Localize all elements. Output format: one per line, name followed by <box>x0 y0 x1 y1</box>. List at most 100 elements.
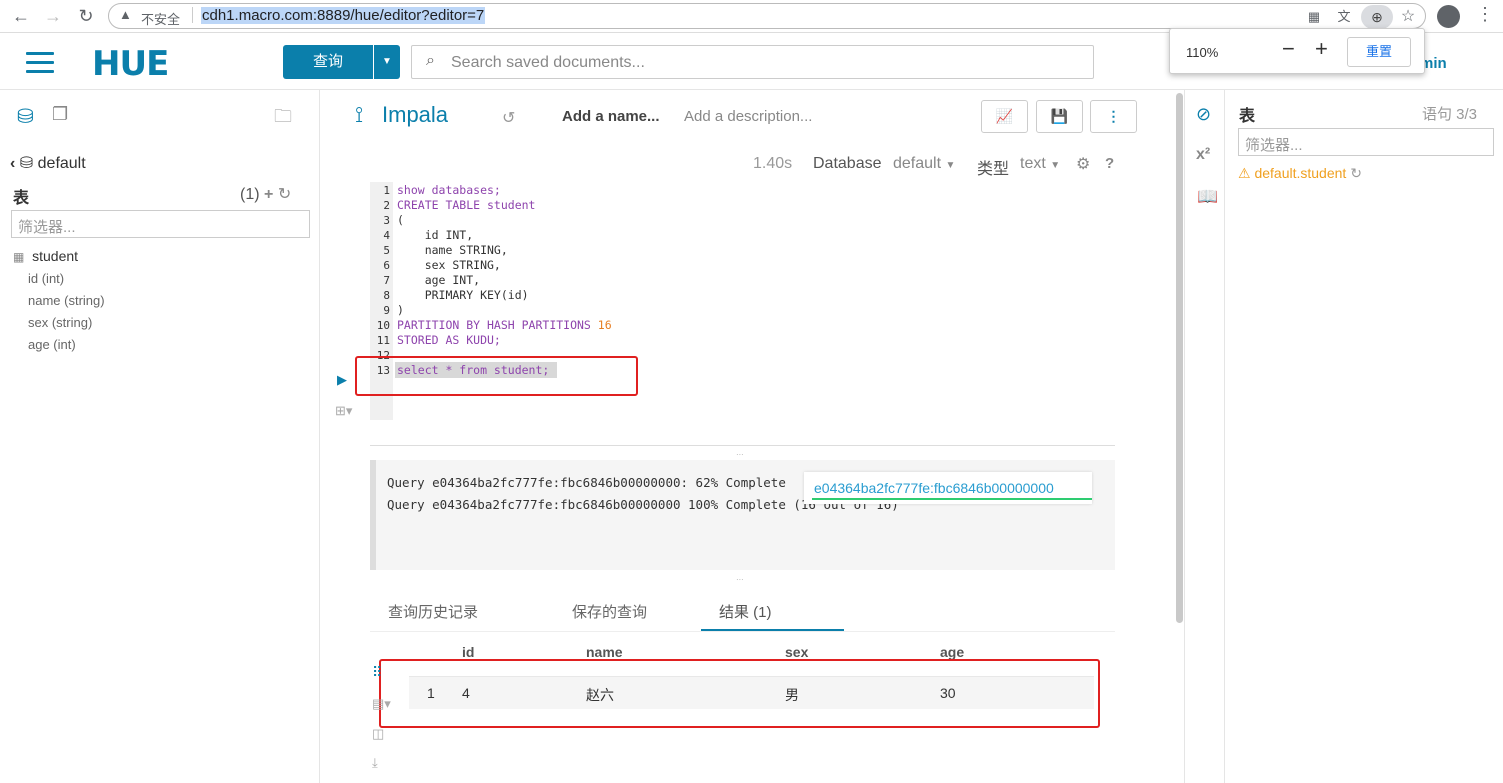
code-line[interactable]: age INT, <box>397 273 480 287</box>
url-text[interactable]: cdh1.macro.com:8889/hue/editor?editor=7 <box>201 7 486 24</box>
table-filter-input[interactable]: 筛选器... <box>11 210 310 238</box>
column-item[interactable]: age (int) <box>28 337 76 352</box>
type-selector[interactable]: text ▼ <box>1020 155 1060 173</box>
code-number: 16 <box>597 318 612 332</box>
tab-query-history[interactable]: 查询历史记录 <box>388 601 478 622</box>
query-id-tooltip[interactable]: e04364ba2fc777fe:fbc6846b00000000 <box>804 472 1092 504</box>
line-number: 5 <box>383 244 390 257</box>
table-name: student <box>32 248 79 264</box>
line-number: 3 <box>383 214 390 227</box>
chevron-left-icon[interactable]: ‹ <box>10 155 15 172</box>
chart-button[interactable]: 📈 <box>981 100 1028 133</box>
save-button[interactable]: 💾 <box>1036 100 1083 133</box>
grid-view-icon[interactable]: ⠿ <box>372 664 382 681</box>
search-icon: ⌕ <box>426 52 435 69</box>
settings-gear-icon[interactable]: ⚙ <box>1076 154 1090 174</box>
line-number: 7 <box>383 274 390 287</box>
refresh-icon[interactable]: ↻ <box>1350 165 1362 181</box>
drag-handle-icon[interactable]: ∙∙∙ <box>736 574 744 584</box>
compass-icon[interactable]: ⊘ <box>1196 104 1211 125</box>
history-icon[interactable]: ↺ <box>502 108 515 128</box>
map-icon[interactable]: ⊞▾ <box>335 403 352 419</box>
execute-icon[interactable]: ▶ <box>337 372 347 388</box>
column-item[interactable]: sex (string) <box>28 315 92 330</box>
zoom-out-icon[interactable]: − <box>1282 36 1295 62</box>
folder-icon[interactable]: 🗀 <box>274 104 292 134</box>
save-icon: 💾 <box>1050 108 1069 124</box>
profile-icon[interactable] <box>1437 5 1460 28</box>
table-item-student[interactable]: ▦ student <box>13 248 78 264</box>
chart-view-icon[interactable]: ▤▾ <box>372 696 391 712</box>
book-icon[interactable]: 📖 <box>1197 187 1218 207</box>
resize-divider[interactable] <box>370 445 1115 446</box>
code-text: STORED AS KUDU; <box>397 333 501 347</box>
security-label: 不安全 <box>141 12 181 27</box>
column-item[interactable]: name (string) <box>28 293 105 308</box>
code-line[interactable]: CREATE TABLE student <box>397 198 535 212</box>
download-icon[interactable]: ⤓ <box>372 755 378 771</box>
translate-icon[interactable]: 文 <box>1335 8 1353 26</box>
column-header[interactable]: id <box>462 644 474 660</box>
more-options-button[interactable]: ⋮ <box>1090 100 1137 133</box>
warning-icon: ⚠ <box>1238 165 1251 181</box>
code-line[interactable]: sex STRING, <box>397 258 501 272</box>
code-line[interactable]: ( <box>397 213 404 227</box>
query-id-link[interactable]: e04364ba2fc777fe:fbc6846b00000000 <box>814 480 1054 496</box>
right-panel-title: 表 <box>1239 108 1256 125</box>
query-description-input[interactable]: Add a description... <box>684 108 812 125</box>
query-button[interactable]: 查询 <box>283 45 373 79</box>
scrollbar[interactable] <box>1176 93 1183 623</box>
code-text: PARTITION BY HASH PARTITIONS <box>397 318 598 332</box>
code-text: CREATE TABLE student <box>397 198 536 212</box>
qr-icon[interactable]: ▦ <box>1305 8 1323 26</box>
highlight-box-code <box>355 356 638 396</box>
table-warning-item[interactable]: ⚠ default.student ↻ <box>1238 165 1362 182</box>
column-header[interactable]: sex <box>785 644 808 660</box>
tab-results[interactable]: 结果 (1) <box>719 601 772 622</box>
query-dropdown-caret-icon[interactable]: ▼ <box>374 45 400 79</box>
star-icon[interactable]: ☆ <box>1399 8 1417 26</box>
code-line[interactable]: STORED AS KUDU; <box>397 333 501 347</box>
database-icon[interactable]: ⛁ <box>17 104 34 129</box>
column-item[interactable]: id (int) <box>28 271 64 286</box>
database-value: default <box>893 155 942 172</box>
documents-icon[interactable]: ❐ <box>52 104 68 125</box>
refresh-icon[interactable]: ↻ <box>278 186 291 203</box>
help-icon[interactable]: ? <box>1105 155 1114 172</box>
column-header[interactable]: age <box>940 644 964 660</box>
drag-handle-icon[interactable]: ∙∙∙ <box>736 449 744 459</box>
tab-saved-queries[interactable]: 保存的查询 <box>572 601 647 622</box>
add-icon[interactable]: + <box>264 186 273 203</box>
menu-dots-icon[interactable]: ⋮ <box>1476 4 1494 25</box>
impala-icon: ⟟ <box>355 102 364 127</box>
type-value: text <box>1020 155 1046 172</box>
code-line[interactable]: show databases; <box>397 183 501 197</box>
back-icon[interactable]: ← <box>10 5 32 27</box>
hue-logo[interactable]: HUE <box>92 44 169 84</box>
reload-icon[interactable]: ↻ <box>75 5 97 27</box>
code-line[interactable]: ) <box>397 303 404 317</box>
database-breadcrumb[interactable]: ‹ ⛁ default <box>10 153 86 173</box>
editor-engine-title: Impala <box>382 102 449 127</box>
line-number: 8 <box>383 289 390 302</box>
code-line[interactable]: id INT, <box>397 228 473 242</box>
code-line[interactable]: PARTITION BY HASH PARTITIONS 16 <box>397 318 612 332</box>
line-number: 9 <box>383 304 390 317</box>
code-line[interactable]: PRIMARY KEY(id) <box>397 288 529 302</box>
address-bar[interactable]: ▲ 不安全 cdh1.macro.com:8889/hue/editor?edi… <box>108 3 1426 29</box>
forward-icon[interactable]: → <box>42 5 64 27</box>
zoom-in-icon[interactable]: + <box>1315 36 1328 62</box>
code-line[interactable]: name STRING, <box>397 243 508 257</box>
functions-icon[interactable]: x² <box>1196 146 1210 164</box>
tab-baseline <box>370 631 1115 632</box>
database-selector[interactable]: default ▼ <box>893 155 955 173</box>
zoom-icon[interactable]: ⊕ <box>1361 5 1393 29</box>
search-documents-input[interactable]: ⌕ Search saved documents... <box>411 45 1094 79</box>
zoom-reset-button[interactable]: 重置 <box>1347 37 1411 67</box>
right-filter-input[interactable]: 筛选器... <box>1238 128 1494 156</box>
hamburger-menu-icon[interactable] <box>26 52 54 74</box>
omnibox-divider <box>192 7 193 23</box>
column-header[interactable]: name <box>586 644 623 660</box>
columns-icon[interactable]: ◫ <box>372 726 384 742</box>
query-name-input[interactable]: Add a name... <box>562 108 660 125</box>
